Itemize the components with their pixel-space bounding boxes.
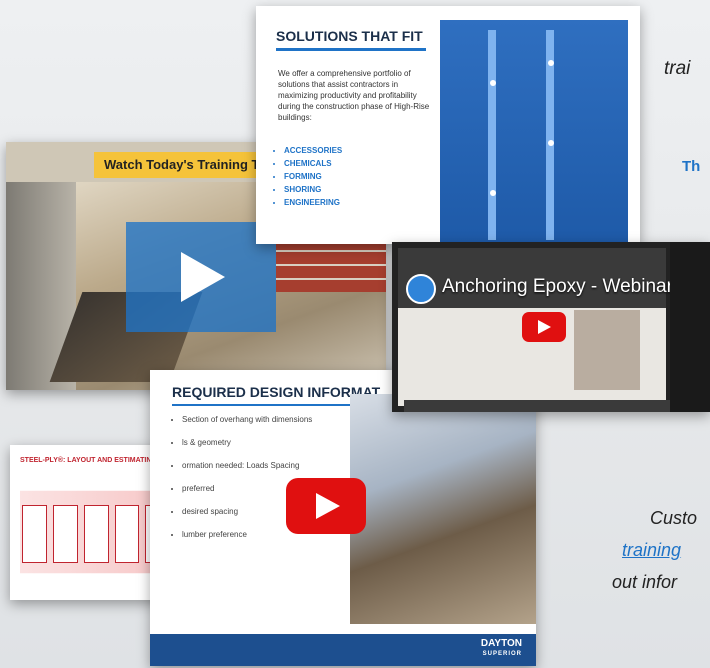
solutions-item: ENGINEERING bbox=[284, 196, 342, 209]
side-text-training: trai bbox=[664, 58, 691, 79]
title-rule bbox=[172, 404, 372, 406]
youtube-play-button[interactable] bbox=[286, 478, 366, 534]
channel-logo-icon bbox=[406, 274, 436, 304]
callout-dot bbox=[490, 190, 496, 196]
solutions-item: ACCESSORIES bbox=[284, 144, 342, 157]
title-rule bbox=[276, 48, 426, 51]
brand-name: DAYTON bbox=[480, 638, 522, 649]
slide-footer: DAYTON SUPERIOR bbox=[150, 634, 536, 666]
solutions-slide: SOLUTIONS THAT FIT We offer a comprehens… bbox=[256, 6, 640, 244]
design-title: REQUIRED DESIGN INFORMAT bbox=[172, 384, 381, 400]
dayton-logo: DAYTON SUPERIOR bbox=[481, 639, 522, 659]
process-step bbox=[22, 505, 47, 563]
anchor-rods-photo bbox=[574, 310, 640, 390]
layout-title: STEEL-PLY®: LAYOUT AND ESTIMATING bbox=[20, 457, 157, 464]
solutions-item: FORMING bbox=[284, 170, 342, 183]
solutions-item: SHORING bbox=[284, 183, 342, 196]
play-button[interactable] bbox=[126, 222, 276, 332]
callout-dot bbox=[548, 140, 554, 146]
webinar-footer bbox=[404, 400, 672, 412]
design-bullet: ls & geometry bbox=[182, 437, 362, 449]
side-text-custom: Custo bbox=[650, 508, 698, 528]
process-step bbox=[52, 505, 78, 563]
brand-sub: SUPERIOR bbox=[482, 651, 522, 657]
play-icon bbox=[181, 252, 225, 302]
solutions-item: CHEMICALS bbox=[284, 157, 342, 170]
solutions-title: SOLUTIONS THAT FIT bbox=[276, 28, 423, 44]
side-text-blue: Th bbox=[682, 158, 701, 175]
youtube-play-button[interactable] bbox=[522, 312, 566, 342]
blueprint-image bbox=[440, 20, 628, 244]
webinar-video[interactable]: Anchoring Epoxy - Webinar bbox=[392, 242, 710, 412]
video-sidebar bbox=[670, 242, 710, 412]
callout-dot bbox=[548, 60, 554, 66]
design-bullet: Section of overhang with dimensions bbox=[182, 414, 362, 426]
design-info-video[interactable]: REQUIRED DESIGN INFORMAT Section of over… bbox=[150, 370, 536, 666]
column-line bbox=[488, 30, 496, 240]
process-step bbox=[83, 505, 109, 563]
solutions-body: We offer a comprehensive portfolio of so… bbox=[278, 69, 430, 122]
youtube-play-icon bbox=[538, 320, 551, 334]
side-text-info: out infor bbox=[612, 572, 678, 592]
training-link[interactable]: training bbox=[622, 540, 681, 561]
overhang-photo bbox=[350, 394, 536, 624]
process-step bbox=[114, 505, 140, 563]
callout-dot bbox=[490, 80, 496, 86]
webinar-title: Anchoring Epoxy - Webinar bbox=[442, 276, 673, 297]
youtube-play-icon bbox=[316, 493, 340, 519]
design-bullet: ormation needed: Loads Spacing bbox=[182, 460, 362, 472]
solutions-list: ACCESSORIES CHEMICALS FORMING SHORING EN… bbox=[266, 144, 342, 209]
